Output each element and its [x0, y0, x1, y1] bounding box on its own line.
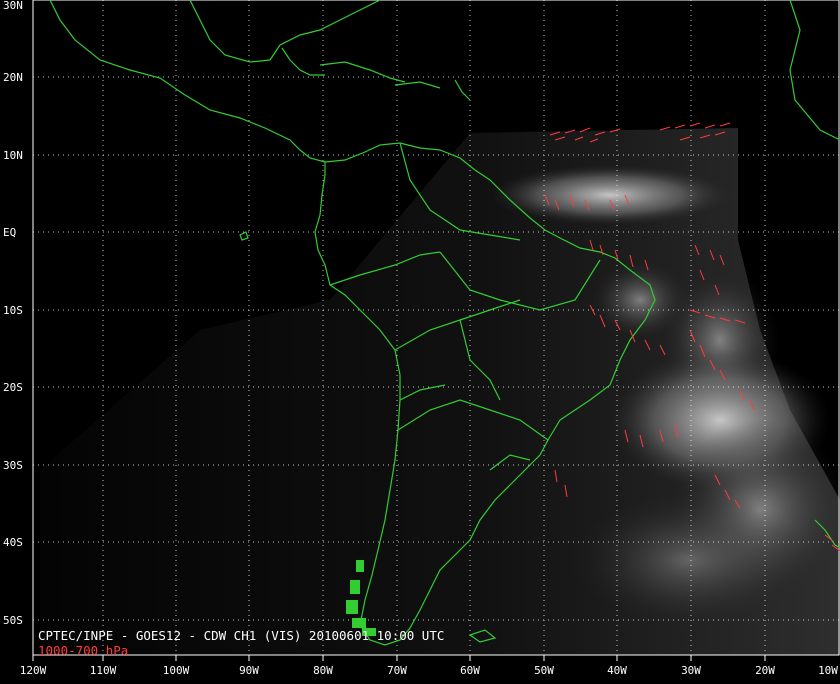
lat-label-40s: 40S [3, 536, 23, 549]
lat-label-30n: 30N [3, 0, 23, 12]
product-caption: CPTEC/INPE - GOES12 - CDW CH1 (VIS) 2010… [38, 628, 445, 643]
lat-label-10n: 10N [3, 149, 23, 162]
lat-label-10s: 10S [3, 304, 23, 317]
lat-label-20s: 20S [3, 381, 23, 394]
lon-label-10w: 10W [818, 664, 838, 677]
lon-label-90w: 90W [239, 664, 259, 677]
lat-label-30s: 30S [3, 459, 23, 472]
axis-ticks [32, 655, 766, 661]
lon-label-20w: 20W [755, 664, 775, 677]
satellite-map: 30N 20N 10N EQ 10S 20S 30S 40S 50S 120W … [0, 0, 840, 680]
lon-label-30w: 30W [681, 664, 701, 677]
lon-label-80w: 80W [313, 664, 333, 677]
lon-label-100w: 100W [162, 664, 190, 677]
lon-label-50w: 50W [534, 664, 554, 677]
lat-label-50s: 50S [3, 614, 23, 627]
lon-label-60w: 60W [460, 664, 480, 677]
lon-label-110w: 110W [89, 664, 117, 677]
lon-label-70w: 70W [387, 664, 407, 677]
lon-label-120w: 120W [19, 664, 47, 677]
lon-label-40w: 40W [607, 664, 627, 677]
satellite-imagery [40, 128, 840, 655]
lat-label-eq: EQ [3, 226, 17, 239]
map-canvas [32, 0, 840, 661]
lat-label-20n: 20N [3, 71, 23, 84]
pressure-layer-label: 1000-700 hPa [38, 643, 129, 658]
